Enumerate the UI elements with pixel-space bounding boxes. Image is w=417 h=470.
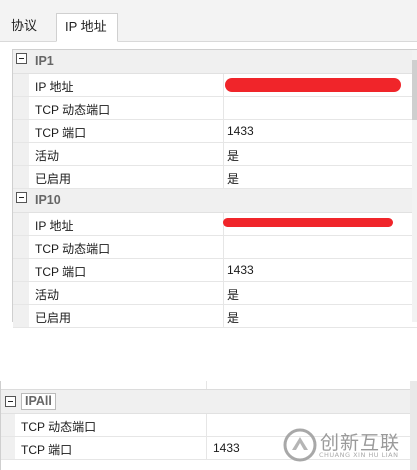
properties-panel: 协议 IP 地址 IP1 IP 地址 TCP 动态端口 TCP 端口 1433 … [0, 0, 417, 328]
watermark: 创新互联 CHUANG XIN HU LIAN [283, 426, 417, 466]
row-gutter [13, 282, 29, 304]
row-gutter [1, 414, 15, 436]
column-divider [223, 236, 224, 258]
property-value[interactable]: 是 [227, 286, 239, 303]
watermark-subtext: CHUANG XIN HU LIAN [319, 451, 399, 459]
watermark-logo-icon [283, 428, 317, 462]
row-gutter [13, 259, 29, 281]
scrollbar[interactable] [412, 50, 417, 322]
property-row[interactable]: 活动 是 [13, 143, 417, 166]
tab-protocol[interactable]: 协议 [9, 13, 53, 41]
property-row[interactable]: TCP 动态端口 [13, 97, 417, 120]
property-name: TCP 动态端口 [21, 420, 97, 434]
collapse-icon[interactable] [16, 192, 27, 203]
property-value[interactable]: 是 [227, 309, 239, 326]
property-row[interactable]: TCP 端口 1433 [13, 120, 417, 143]
clipped-row [1, 381, 411, 390]
property-value[interactable]: 1433 [227, 263, 254, 277]
category-label: IP1 [35, 54, 54, 68]
property-name: IP 地址 [35, 219, 74, 233]
row-gutter [13, 120, 29, 142]
property-value[interactable]: 是 [227, 147, 239, 164]
column-divider [223, 282, 224, 304]
row-gutter [13, 74, 29, 96]
column-divider [223, 143, 224, 165]
property-name: TCP 动态端口 [35, 103, 111, 117]
column-divider [223, 120, 224, 142]
redaction-mark [225, 78, 401, 92]
row-gutter [1, 437, 15, 459]
property-name: TCP 端口 [21, 443, 73, 457]
property-value[interactable]: 1433 [213, 441, 240, 455]
property-value[interactable]: 1433 [227, 124, 254, 138]
row-gutter [13, 236, 29, 258]
category-label: IPAll [21, 393, 56, 410]
column-divider [223, 97, 224, 119]
property-row[interactable]: 已启用 是 [13, 305, 417, 328]
property-row[interactable]: TCP 动态端口 [13, 236, 417, 259]
column-divider [223, 166, 224, 188]
column-divider [223, 74, 224, 96]
column-divider [206, 381, 207, 389]
property-grid: IP1 IP 地址 TCP 动态端口 TCP 端口 1433 活动 是 已启用 … [12, 49, 417, 328]
property-name: 活动 [35, 149, 60, 163]
property-name: TCP 端口 [35, 126, 87, 140]
property-name: 已启用 [35, 311, 72, 325]
property-name: 活动 [35, 288, 60, 302]
row-gutter [13, 166, 29, 188]
column-divider [206, 437, 207, 459]
property-value[interactable]: 是 [227, 170, 239, 187]
row-gutter [13, 213, 29, 235]
property-name: TCP 端口 [35, 265, 87, 279]
property-row[interactable]: IP 地址 [13, 74, 417, 97]
property-row[interactable]: IP 地址 [13, 213, 417, 236]
redaction-mark [223, 218, 393, 227]
column-divider [206, 414, 207, 436]
property-name: 已启用 [35, 172, 72, 186]
column-divider [223, 305, 224, 327]
category-ip1[interactable]: IP1 [13, 50, 417, 74]
row-gutter [13, 143, 29, 165]
property-row[interactable]: 已启用 是 [13, 166, 417, 189]
property-row[interactable]: TCP 端口 1433 [13, 259, 417, 282]
row-gutter [13, 97, 29, 119]
tab-bar: 协议 IP 地址 [0, 0, 417, 42]
category-ipall[interactable]: IPAll [1, 390, 411, 414]
scrollbar-thumb[interactable] [412, 60, 417, 120]
column-divider [223, 259, 224, 281]
property-name: TCP 动态端口 [35, 242, 111, 256]
collapse-icon[interactable] [16, 53, 27, 64]
tab-ip-address[interactable]: IP 地址 [56, 13, 118, 42]
category-ip10[interactable]: IP10 [13, 189, 417, 213]
collapse-icon[interactable] [5, 396, 16, 407]
row-gutter [13, 305, 29, 327]
property-row[interactable]: 活动 是 [13, 282, 417, 305]
property-name: IP 地址 [35, 80, 74, 94]
category-label: IP10 [35, 193, 61, 207]
